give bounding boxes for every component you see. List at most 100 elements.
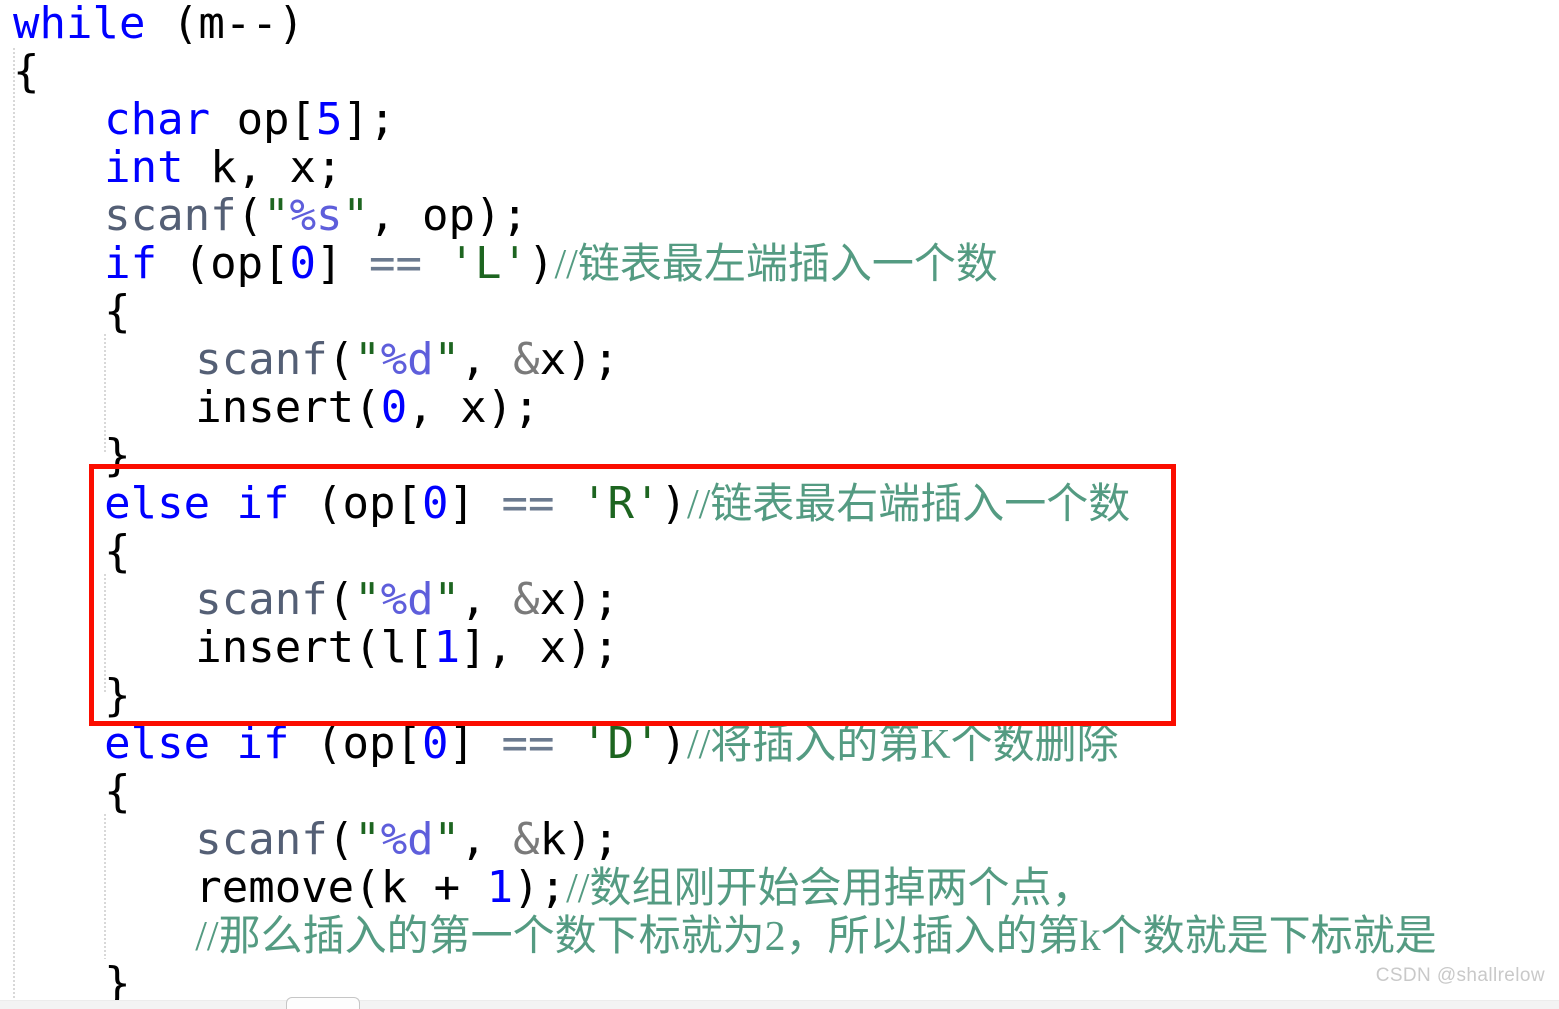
horizontal-scrollbar[interactable]	[0, 997, 1559, 1009]
token-cm: //将插入的第K个数删除	[686, 722, 1119, 768]
token-pn: (l[	[354, 622, 434, 673]
code-line[interactable]: else if (op[0] == 'R')//链表最右端插入一个数	[104, 478, 1131, 529]
watermark: CSDN @shallrelow	[1375, 965, 1545, 986]
code-line[interactable]: int k, x;	[104, 144, 342, 192]
token-kw: int	[104, 142, 184, 193]
token-str: "	[342, 190, 370, 241]
token-pn: (op[	[289, 478, 422, 529]
token-pn: ]	[448, 478, 502, 529]
token-num: 1	[486, 862, 514, 913]
token-num: 0	[380, 382, 408, 433]
token-op: ==	[501, 718, 555, 769]
token-cm: //那么插入的第一个数下标就为2，所以插入的第k个数就是下标就是	[195, 914, 1437, 960]
token-pn: ], x);	[460, 622, 620, 673]
token-pn: (	[354, 382, 381, 433]
token-pn: (	[236, 190, 264, 241]
code-line[interactable]: insert(l[1], x);	[195, 624, 619, 672]
token-pn: (op[	[157, 238, 290, 289]
token-cm: //链表最左端插入一个数	[554, 242, 998, 288]
token-pn: )	[660, 718, 687, 769]
token-pn: )	[660, 478, 687, 529]
token-pn: op[	[210, 94, 317, 145]
token-str: "	[354, 334, 381, 385]
token-pn	[554, 478, 581, 529]
token-chr: 'D'	[580, 718, 661, 769]
code-line[interactable]: }	[104, 672, 131, 720]
token-cm: //链表最右端插入一个数	[686, 482, 1131, 528]
token-fn: scanf	[195, 574, 328, 625]
token-fn: scanf	[104, 190, 237, 241]
token-pn: (k +	[354, 862, 487, 913]
token-pn: k);	[539, 814, 620, 865]
token-pn	[422, 238, 449, 289]
token-num: 0	[289, 238, 317, 289]
token-fn: scanf	[195, 334, 328, 385]
token-amp: &	[513, 814, 540, 865]
code-line[interactable]: scanf("%s", op);	[104, 192, 528, 240]
token-id: insert	[195, 622, 355, 673]
token-cm: //数组刚开始会用掉两个点，	[566, 866, 1094, 912]
token-pn: );	[513, 862, 567, 913]
scrollbar-thumb[interactable]	[286, 997, 360, 1009]
token-pn: {	[104, 286, 131, 337]
token-pn: , x);	[407, 382, 540, 433]
code-line[interactable]: if (op[0] == 'L')//链表最左端插入一个数	[104, 238, 998, 289]
token-pn: x);	[539, 334, 620, 385]
token-pn: ]	[448, 718, 502, 769]
token-pn: (op[	[289, 718, 422, 769]
token-pn: k, x;	[183, 142, 343, 193]
code-line[interactable]: else if (op[0] == 'D')//将插入的第K个数删除	[104, 718, 1119, 769]
token-fmt: %d	[380, 334, 434, 385]
code-content[interactable]: while (m--){char op[5]; int k, x; scanf("%…	[0, 0, 1559, 1009]
code-line[interactable]: {	[104, 768, 131, 816]
token-num: 1	[433, 622, 461, 673]
token-pn: , op);	[369, 190, 528, 241]
token-id: insert	[195, 382, 355, 433]
token-pn: ,	[460, 574, 514, 625]
token-str: "	[263, 190, 290, 241]
code-line[interactable]: char op[5];	[104, 96, 395, 144]
token-str: "	[433, 334, 461, 385]
token-pn: ];	[342, 94, 396, 145]
code-editor-screenshot: while (m--){char op[5]; int k, x; scanf("%…	[0, 0, 1559, 1009]
token-amp: &	[513, 334, 540, 385]
token-pn: )	[528, 238, 555, 289]
token-id: remove	[195, 862, 355, 913]
token-op: ==	[369, 238, 423, 289]
token-num: 0	[422, 718, 449, 769]
token-chr: 'R'	[580, 478, 661, 529]
token-num: 0	[422, 478, 449, 529]
token-pn	[554, 718, 581, 769]
token-op: ==	[501, 478, 555, 529]
code-line[interactable]: //那么插入的第一个数下标就为2，所以插入的第k个数就是下标就是	[195, 912, 1436, 960]
token-kw: else if	[104, 478, 290, 529]
code-line[interactable]: while (m--)	[13, 0, 304, 48]
code-line[interactable]: }	[104, 432, 131, 480]
code-line[interactable]: insert(0, x);	[195, 384, 539, 432]
code-line[interactable]: remove(k + 1);//数组刚开始会用掉两个点，	[195, 862, 1094, 913]
code-line[interactable]: {	[104, 528, 131, 576]
token-pn: ,	[460, 814, 514, 865]
token-fmt: %s	[289, 190, 343, 241]
token-str: "	[354, 574, 381, 625]
token-str: "	[354, 814, 381, 865]
token-pn: (	[327, 814, 355, 865]
token-fn: scanf	[195, 814, 328, 865]
code-line[interactable]: scanf("%d", &k);	[195, 816, 619, 864]
code-line[interactable]: scanf("%d", &x);	[195, 336, 619, 384]
code-line[interactable]: {	[104, 288, 131, 336]
token-chr: 'L'	[448, 238, 528, 289]
token-amp: &	[513, 574, 540, 625]
token-pn: {	[13, 46, 40, 97]
token-fmt: %d	[380, 574, 434, 625]
token-fmt: %d	[380, 814, 434, 865]
token-kw: char	[104, 94, 211, 145]
token-pn: }	[104, 670, 131, 721]
code-line[interactable]: {	[13, 48, 40, 96]
token-pn: (	[327, 574, 355, 625]
token-str: "	[433, 574, 461, 625]
token-kw: while	[13, 0, 146, 49]
code-line[interactable]: scanf("%d", &x);	[195, 576, 619, 624]
token-pn: (	[327, 334, 355, 385]
token-pn: x);	[539, 574, 620, 625]
